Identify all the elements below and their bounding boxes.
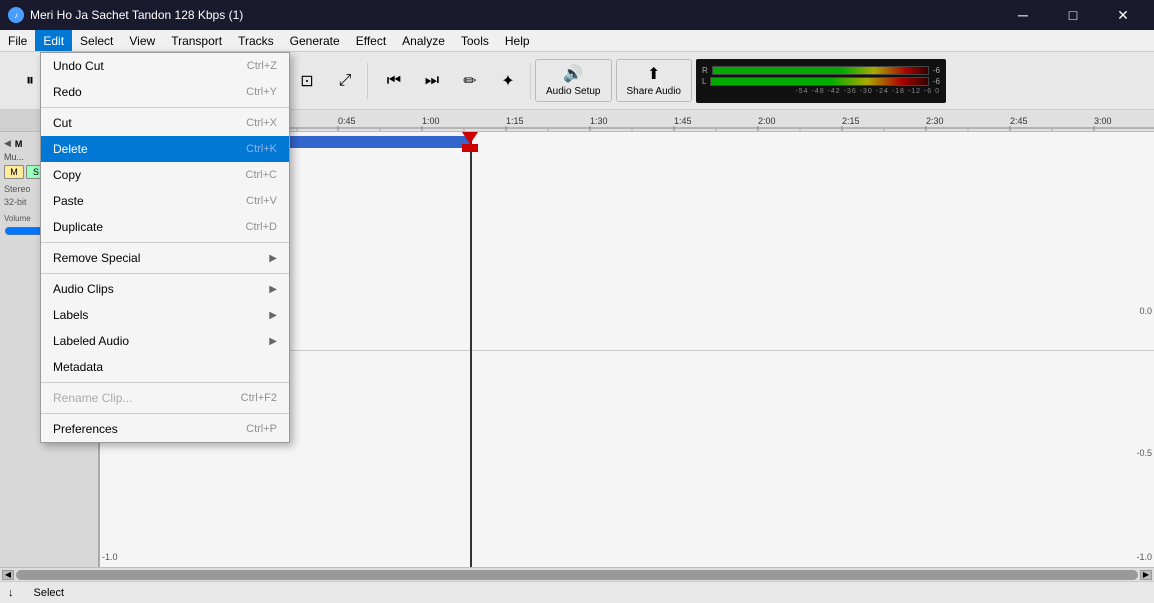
multi-tool-button[interactable]: ✦: [490, 63, 526, 99]
collapse-icon[interactable]: ◀: [4, 138, 11, 149]
status-select: Select: [34, 587, 65, 599]
level-meter: R -6 L -6 -54 -48 -42 -36 -30 -24 -18 -1…: [696, 59, 946, 103]
svg-text:1:15: 1:15: [506, 116, 524, 126]
svg-text:3:00: 3:00: [1094, 116, 1112, 126]
playhead: [470, 132, 472, 567]
window-title: Meri Ho Ja Sachet Tandon 128 Kbps (1): [30, 8, 243, 22]
svg-text:0:45: 0:45: [338, 116, 356, 126]
menu-generate[interactable]: Generate: [282, 30, 348, 51]
svg-text:2:15: 2:15: [842, 116, 860, 126]
menu-labels[interactable]: Labels ▶: [41, 302, 289, 328]
menu-undo-cut[interactable]: Undo Cut Ctrl+Z: [41, 53, 289, 79]
playhead-arrow: [462, 132, 478, 144]
menu-sep1: [41, 107, 289, 108]
menu-sep2: [41, 242, 289, 243]
playhead-body: [462, 144, 478, 152]
menu-duplicate[interactable]: Duplicate Ctrl+D: [41, 214, 289, 240]
menu-redo[interactable]: Redo Ctrl+Y: [41, 79, 289, 105]
minimize-button[interactable]: ─: [1000, 0, 1046, 30]
scroll-thumb[interactable]: [16, 570, 1138, 580]
scale-bottom: -1.0: [102, 552, 118, 562]
menu-preferences[interactable]: Preferences Ctrl+P: [41, 416, 289, 442]
menu-help[interactable]: Help: [497, 30, 538, 51]
menu-sep4: [41, 382, 289, 383]
submenu-arrow-audio-clips: ▶: [269, 284, 277, 295]
statusbar: ↓ Select: [0, 581, 1154, 603]
track-name: M: [15, 139, 23, 149]
submenu-arrow-labels: ▶: [269, 310, 277, 321]
svg-text:1:30: 1:30: [590, 116, 608, 126]
menu-rename-clip[interactable]: Rename Clip... Ctrl+F2: [41, 385, 289, 411]
scroll-left[interactable]: ◀: [2, 570, 14, 580]
menu-audio-clips[interactable]: Audio Clips ▶: [41, 276, 289, 302]
skip-start-button[interactable]: ⏮: [376, 63, 412, 99]
svg-text:1:45: 1:45: [674, 116, 692, 126]
menu-transport[interactable]: Transport: [163, 30, 230, 51]
menu-copy[interactable]: Copy Ctrl+C: [41, 162, 289, 188]
menu-cut[interactable]: Cut Ctrl+X: [41, 110, 289, 136]
menu-sep5: [41, 413, 289, 414]
menu-tools[interactable]: Tools: [453, 30, 497, 51]
menu-metadata[interactable]: Metadata: [41, 354, 289, 380]
menu-effect[interactable]: Effect: [348, 30, 394, 51]
menu-select[interactable]: Select: [72, 30, 121, 51]
edit-tools-group: ⏮ ⏭ ✏ ✦: [372, 63, 531, 99]
svg-text:2:00: 2:00: [758, 116, 776, 126]
svg-text:1:00: 1:00: [422, 116, 440, 126]
scroll-right[interactable]: ▶: [1140, 570, 1152, 580]
menu-labeled-audio[interactable]: Labeled Audio ▶: [41, 328, 289, 354]
menubar: File Edit Select View Transport Tracks G…: [0, 30, 1154, 52]
mute-button[interactable]: M: [4, 165, 24, 179]
menu-sep3: [41, 273, 289, 274]
edit-menu-dropdown: Undo Cut Ctrl+Z Redo Ctrl+Y Cut Ctrl+X D…: [40, 52, 290, 443]
scale-right-top: 0.0: [1139, 306, 1152, 316]
scale-right-mid: -0.5: [1136, 448, 1152, 458]
scale-right-bottom: -1.0: [1136, 552, 1152, 562]
share-audio-button[interactable]: ⬆ Share Audio: [616, 59, 693, 102]
titlebar-left: ♪ Meri Ho Ja Sachet Tandon 128 Kbps (1): [8, 7, 243, 23]
titlebar-controls: ─ □ ✕: [1000, 0, 1146, 30]
app-icon: ♪: [8, 7, 24, 23]
menu-edit[interactable]: Edit: [35, 30, 72, 51]
status-tool: ↓: [8, 587, 14, 599]
maximize-button[interactable]: □: [1050, 0, 1096, 30]
submenu-arrow-labeled-audio: ▶: [269, 336, 277, 347]
skip-end-button[interactable]: ⏭: [414, 63, 450, 99]
menu-analyze[interactable]: Analyze: [394, 30, 453, 51]
svg-text:2:30: 2:30: [926, 116, 944, 126]
menu-tracks[interactable]: Tracks: [230, 30, 282, 51]
close-button[interactable]: ✕: [1100, 0, 1146, 30]
zoom-sel-button[interactable]: ⤢: [327, 63, 363, 99]
menu-paste[interactable]: Paste Ctrl+V: [41, 188, 289, 214]
menu-view[interactable]: View: [121, 30, 163, 51]
horizontal-scrollbar[interactable]: ◀ ▶: [0, 567, 1154, 581]
menu-remove-special[interactable]: Remove Special ▶: [41, 245, 289, 271]
svg-text:2:45: 2:45: [1010, 116, 1028, 126]
submenu-arrow-remove-special: ▶: [269, 253, 277, 264]
audio-setup-button[interactable]: 🔊 Audio Setup: [535, 59, 612, 102]
fit-button[interactable]: ⊡: [289, 63, 325, 99]
titlebar: ♪ Meri Ho Ja Sachet Tandon 128 Kbps (1) …: [0, 0, 1154, 30]
menu-file[interactable]: File: [0, 30, 35, 51]
menu-delete[interactable]: Delete Ctrl+K: [41, 136, 289, 162]
draw-tool-button[interactable]: ✏: [452, 63, 488, 99]
